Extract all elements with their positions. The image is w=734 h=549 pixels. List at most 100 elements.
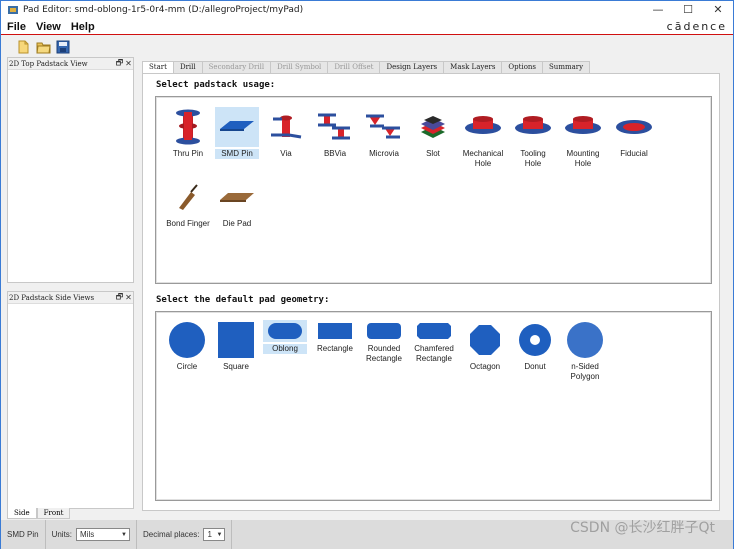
geometry-donut[interactable]: Donut <box>513 320 557 372</box>
usage-mounting-hole[interactable]: Mounting Hole <box>561 107 605 169</box>
chevron-down-icon: ▼ <box>121 531 127 538</box>
geometry-square[interactable]: Square <box>214 320 258 372</box>
usage-label: Microvia <box>369 149 399 158</box>
status-mode-text: SMD Pin <box>7 530 39 539</box>
float-icon[interactable]: 🗗 <box>115 291 124 305</box>
usage-smd-pin[interactable]: SMD Pin <box>215 107 259 159</box>
float-icon[interactable]: 🗗 <box>115 57 124 71</box>
menu-file[interactable]: File <box>1 21 30 33</box>
top-view-canvas[interactable] <box>8 70 133 282</box>
geometry-circle[interactable]: Circle <box>165 320 209 372</box>
usage-thru-pin[interactable]: Thru Pin <box>166 107 210 159</box>
title-bar: Pad Editor: smd-oblong-1r5-0r4-mm (D:/al… <box>1 1 733 19</box>
maximize-button[interactable]: ☐ <box>673 1 703 19</box>
geometry-rounded-rectangle[interactable]: Rounded Rectangle <box>362 320 406 364</box>
top-view-panel-title: 2D Top Padstack View <box>9 59 88 68</box>
usage-label: SMD Pin <box>215 149 259 159</box>
geometry-label: Circle <box>176 362 198 371</box>
units-select[interactable]: Mils ▼ <box>76 528 131 541</box>
fiducial-icon <box>612 107 656 147</box>
geometry-group: Circle Square Oblong Rectangle Rounded R… <box>155 311 712 501</box>
geometry-label: Chamfered Rectangle <box>414 344 454 363</box>
geometry-label: n-Sided Polygon <box>570 362 600 381</box>
usage-label: Via <box>280 149 292 158</box>
usage-slot[interactable]: Slot <box>411 107 455 159</box>
rectangle-icon <box>313 320 357 342</box>
tab-secondary-drill[interactable]: Secondary Drill <box>201 61 272 73</box>
bond-finger-icon <box>166 177 210 217</box>
slot-icon <box>411 107 455 147</box>
window-title: Pad Editor: smd-oblong-1r5-0r4-mm (D:/al… <box>23 5 304 15</box>
tab-side[interactable]: Side <box>7 508 37 519</box>
thru-pin-icon <box>166 107 210 147</box>
side-view-panel-header: 2D Padstack Side Views 🗗 ✕ <box>8 292 133 304</box>
close-icon[interactable]: ✕ <box>124 293 133 302</box>
donut-icon <box>513 320 557 360</box>
usage-via[interactable]: Via <box>264 107 308 159</box>
geometry-chamfered-rectangle[interactable]: Chamfered Rectangle <box>412 320 456 364</box>
usage-label: Mechanical Hole <box>462 149 504 168</box>
chamfered-rectangle-icon <box>412 320 456 342</box>
tab-drill[interactable]: Drill <box>172 61 203 73</box>
usage-tooling-hole[interactable]: Tooling Hole <box>511 107 555 169</box>
rounded-rectangle-icon <box>362 320 406 342</box>
usage-label: Die Pad <box>222 219 252 228</box>
decimal-value: 1 <box>207 530 212 539</box>
decimal-label: Decimal places: <box>143 530 200 539</box>
geometry-label: Donut <box>524 362 546 371</box>
decimal-select[interactable]: 1 ▼ <box>203 528 226 541</box>
geometry-rectangle[interactable]: Rectangle <box>313 320 357 354</box>
tab-drill-offset[interactable]: Drill Offset <box>327 61 381 73</box>
main-area: Start Drill Secondary Drill Drill Symbol… <box>142 61 720 511</box>
geometry-octagon[interactable]: Octagon <box>463 320 507 372</box>
chevron-down-icon: ▼ <box>216 531 223 538</box>
geometry-section-title: Select the default pad geometry: <box>156 295 330 305</box>
close-icon[interactable]: ✕ <box>124 59 133 68</box>
top-view-panel-header: 2D Top Padstack View 🗗 ✕ <box>8 58 133 70</box>
tab-front[interactable]: Front <box>36 508 71 519</box>
close-button[interactable]: ✕ <box>703 1 733 19</box>
menu-view[interactable]: View <box>30 21 65 33</box>
watermark: CSDN @长沙红胖子Qt <box>570 520 715 536</box>
tab-options[interactable]: Options <box>501 61 544 73</box>
geometry-label: Rectangle <box>316 344 354 353</box>
units-label: Units: <box>51 530 73 539</box>
tab-drill-symbol[interactable]: Drill Symbol <box>270 61 329 73</box>
usage-label: Mounting Hole <box>566 149 600 168</box>
usage-bond-finger[interactable]: Bond Finger <box>166 177 210 229</box>
minimize-button[interactable]: — <box>643 1 673 19</box>
usage-bbvia[interactable]: BBVia <box>313 107 357 159</box>
tab-design-layers[interactable]: Design Layers <box>379 61 445 73</box>
cadence-logo: cādence <box>666 20 727 33</box>
usage-microvia[interactable]: Microvia <box>362 107 406 159</box>
geometry-oblong[interactable]: Oblong <box>263 320 307 354</box>
open-icon[interactable] <box>35 39 51 55</box>
smd-pin-icon <box>215 107 259 147</box>
usage-mechanical-hole[interactable]: Mechanical Hole <box>461 107 505 169</box>
tab-summary[interactable]: Summary <box>542 61 591 73</box>
pad-editor-app-icon <box>8 6 18 14</box>
new-icon[interactable] <box>15 39 31 55</box>
usage-die-pad[interactable]: Die Pad <box>215 177 259 229</box>
usage-label: Tooling Hole <box>520 149 546 168</box>
mounting-hole-icon <box>561 107 605 147</box>
microvia-icon <box>362 107 406 147</box>
tab-mask-layers[interactable]: Mask Layers <box>443 61 503 73</box>
geometry-n-sided-polygon[interactable]: n-Sided Polygon <box>563 320 607 382</box>
usage-section-title: Select padstack usage: <box>156 80 276 90</box>
top-view-panel: 2D Top Padstack View 🗗 ✕ <box>7 57 134 283</box>
via-icon <box>264 107 308 147</box>
side-view-panel: 2D Padstack Side Views 🗗 ✕ <box>7 291 134 509</box>
toolbar <box>1 37 733 57</box>
square-icon <box>214 320 258 360</box>
bbvia-icon <box>313 107 357 147</box>
menu-help[interactable]: Help <box>65 21 99 33</box>
save-icon[interactable] <box>55 39 71 55</box>
geometry-label: Octagon <box>469 362 501 371</box>
editor-tabs: Start Drill Secondary Drill Drill Symbol… <box>142 61 591 74</box>
usage-fiducial[interactable]: Fiducial <box>612 107 656 159</box>
usage-label: BBVia <box>323 149 347 158</box>
side-view-canvas[interactable] <box>8 304 133 508</box>
geometry-label: Square <box>223 362 249 371</box>
menu-bar: File View Help cādence <box>1 19 733 35</box>
